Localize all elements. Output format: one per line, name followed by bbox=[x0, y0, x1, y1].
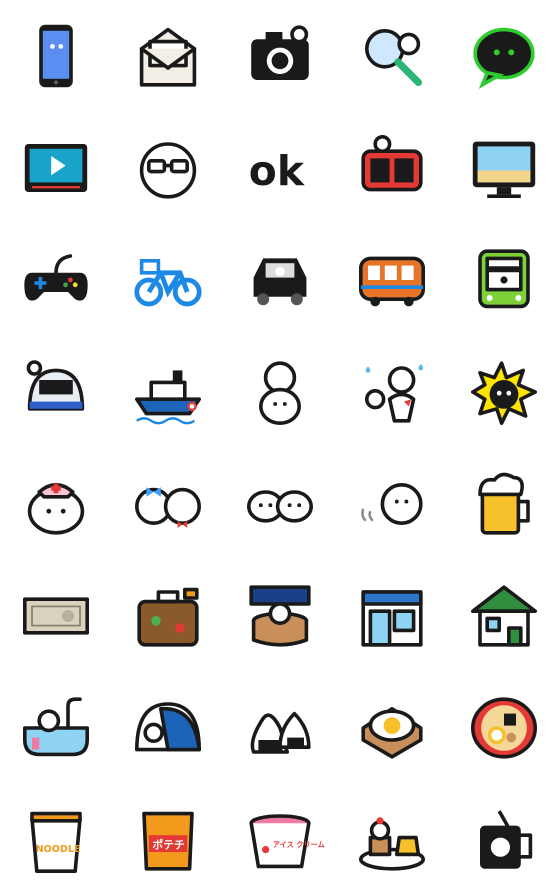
fried-egg-toast-icon[interactable] bbox=[342, 678, 442, 778]
tv-icon[interactable] bbox=[454, 118, 554, 218]
alarm-clock-icon[interactable] bbox=[342, 118, 442, 218]
sweating-characters-icon[interactable] bbox=[342, 342, 442, 442]
sticker-sheet: ok NOODLE ポテチ アイス クリーム bbox=[0, 0, 560, 896]
banknote-icon[interactable] bbox=[6, 566, 106, 666]
convenience-store-icon[interactable] bbox=[342, 566, 442, 666]
house-icon[interactable] bbox=[454, 566, 554, 666]
cup-noodle-icon[interactable]: NOODLE bbox=[6, 790, 106, 890]
nurse-face-icon[interactable] bbox=[6, 454, 106, 554]
ship-icon[interactable] bbox=[118, 342, 218, 442]
lightning-shock-icon[interactable] bbox=[454, 342, 554, 442]
ramen-bowl-icon[interactable] bbox=[454, 678, 554, 778]
smartphone-icon[interactable] bbox=[6, 6, 106, 106]
magnifier-icon[interactable] bbox=[342, 6, 442, 106]
game-controller-icon[interactable] bbox=[6, 230, 106, 330]
taxi-icon[interactable] bbox=[230, 230, 330, 330]
camera-icon[interactable] bbox=[230, 6, 330, 106]
two-faces-icon[interactable] bbox=[230, 454, 330, 554]
coffee-mug-icon[interactable] bbox=[454, 790, 554, 890]
dessert-plate-icon[interactable] bbox=[342, 790, 442, 890]
svg-text:ポテチ: ポテチ bbox=[152, 837, 185, 851]
snowman-character-icon[interactable] bbox=[230, 342, 330, 442]
potato-chips-icon[interactable]: ポテチ bbox=[118, 790, 218, 890]
envelope-icon[interactable] bbox=[118, 6, 218, 106]
sleeping-bag-icon[interactable] bbox=[118, 678, 218, 778]
onigiri-icon[interactable] bbox=[230, 678, 330, 778]
chat-bubble-icon[interactable] bbox=[454, 6, 554, 106]
beer-mug-icon[interactable] bbox=[454, 454, 554, 554]
video-player-icon[interactable] bbox=[6, 118, 106, 218]
ok-text-icon[interactable]: ok bbox=[230, 118, 330, 218]
svg-text:アイス クリーム: アイス クリーム bbox=[273, 840, 325, 849]
svg-text:ok: ok bbox=[249, 147, 305, 195]
train-front-icon[interactable] bbox=[454, 230, 554, 330]
bicycle-icon[interactable] bbox=[118, 230, 218, 330]
glasses-face-icon[interactable] bbox=[118, 118, 218, 218]
hot-spring-icon[interactable] bbox=[230, 566, 330, 666]
dashing-face-icon[interactable] bbox=[342, 454, 442, 554]
ice-cream-cup-icon[interactable]: アイス クリーム bbox=[230, 790, 330, 890]
bathtub-icon[interactable] bbox=[6, 678, 106, 778]
bullet-train-icon[interactable] bbox=[6, 342, 106, 442]
suitcase-icon[interactable] bbox=[118, 566, 218, 666]
bus-icon[interactable] bbox=[342, 230, 442, 330]
svg-text:NOODLE: NOODLE bbox=[36, 844, 81, 855]
couple-faces-icon[interactable] bbox=[118, 454, 218, 554]
